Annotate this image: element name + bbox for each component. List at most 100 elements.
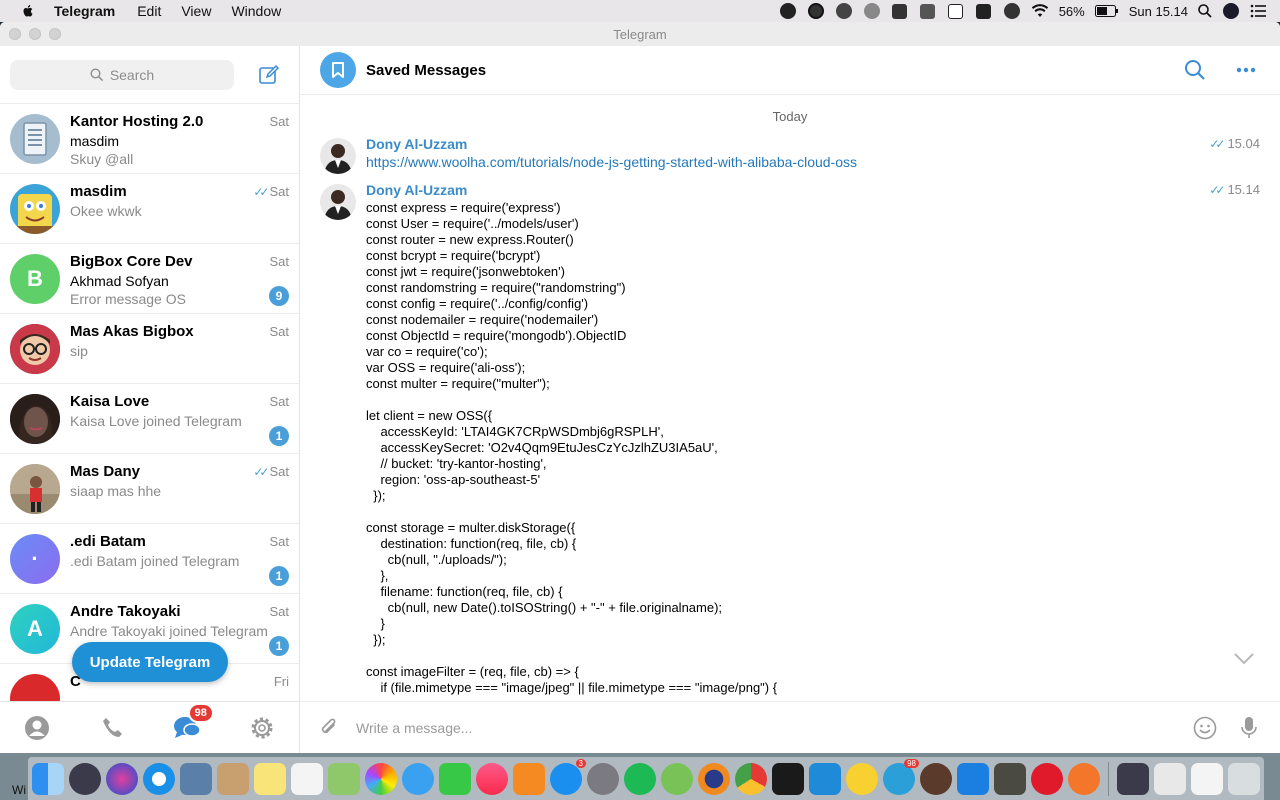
message-text: const express = require('express') const… — [366, 200, 778, 695]
chat-item-masdim[interactable]: masdim Okee wkwk ✓✓ Sat — [0, 173, 299, 243]
saved-messages-avatar[interactable] — [320, 52, 356, 88]
tab-calls[interactable] — [97, 713, 127, 743]
postman-icon[interactable] — [1068, 762, 1100, 795]
chat-time: Sat — [269, 604, 289, 619]
avatar[interactable] — [320, 138, 356, 174]
drive-icon[interactable] — [891, 2, 909, 20]
trash-icon[interactable] — [1228, 762, 1260, 795]
notes-icon[interactable] — [254, 762, 286, 795]
tag-icon[interactable] — [947, 2, 965, 20]
conversation-title[interactable]: Saved Messages — [366, 62, 486, 79]
wps-icon[interactable] — [957, 762, 989, 795]
chat-item-kantor-hosting[interactable]: Kantor Hosting 2.0 masdim Skuy @all Sat — [0, 103, 299, 173]
chat-time-wrap: ✓✓ Sat — [253, 464, 289, 479]
chat-item-edi-batam[interactable]: · .edi Batam .edi Batam joined Telegram … — [0, 523, 299, 593]
documents-stack-icon[interactable] — [1154, 762, 1186, 795]
paw-icon[interactable] — [920, 762, 952, 795]
cloud-icon[interactable] — [1003, 2, 1021, 20]
message[interactable]: Dony Al-Uzzam ✓✓ 15.14 const express = re… — [300, 182, 1280, 695]
safari-icon[interactable] — [143, 762, 175, 795]
archive-icon[interactable] — [919, 2, 937, 20]
emoji-button[interactable] — [1192, 715, 1218, 741]
tab-chats[interactable]: 98 — [172, 702, 214, 743]
notification-center-icon[interactable] — [1250, 4, 1266, 18]
f5-icon[interactable] — [1031, 762, 1063, 795]
dock-separator — [1108, 761, 1109, 796]
cyberduck-icon[interactable] — [846, 762, 878, 795]
memoji-avatar-icon — [10, 324, 60, 374]
terminal-icon[interactable] — [772, 762, 804, 795]
menu-edit[interactable]: Edit — [137, 3, 161, 19]
chat-item-mas-akas-bigbox[interactable]: Mas Akas Bigbox sip Sat — [0, 313, 299, 383]
system-preferences-icon[interactable] — [587, 762, 619, 795]
siri-icon[interactable] — [1222, 2, 1240, 20]
books-icon[interactable] — [513, 762, 545, 795]
read-check-icon: ✓✓ — [1209, 137, 1225, 151]
siri-icon[interactable] — [106, 762, 138, 795]
maps-icon[interactable] — [328, 762, 360, 795]
vscode-icon[interactable] — [809, 762, 841, 795]
telegram-dock-icon[interactable]: 98 — [883, 758, 919, 795]
creative-cloud-icon[interactable] — [807, 2, 825, 20]
chat-preview: Okee wkwk — [70, 203, 142, 219]
day-separator: Today — [772, 109, 808, 124]
paperclip-icon[interactable] — [318, 716, 340, 740]
preview-icon[interactable] — [180, 762, 212, 795]
android-studio-icon[interactable] — [661, 762, 693, 795]
apple-icon[interactable] — [20, 3, 36, 19]
menu-app-name[interactable]: Telegram — [54, 3, 115, 19]
finder-icon[interactable] — [32, 762, 64, 795]
clock[interactable]: Sun 15.14 — [1129, 4, 1188, 19]
music-icon[interactable] — [476, 762, 508, 795]
message[interactable]: Dony Al-Uzzam ✓✓ 15.04 https://www.woolha… — [300, 136, 1280, 174]
avatar[interactable] — [320, 184, 356, 220]
downloads-stack-icon[interactable] — [1117, 762, 1149, 795]
chat-item-kaisa-love[interactable]: Kaisa Love Kaisa Love joined Telegram Sa… — [0, 383, 299, 453]
menu-bar: Telegram Edit View Window 56% Sun 15.14 — [0, 0, 1280, 22]
more-options-icon[interactable] — [1236, 67, 1256, 73]
chevron-down-icon[interactable] — [1232, 649, 1256, 667]
folder-stack-icon[interactable] — [1191, 762, 1223, 795]
menu-window[interactable]: Window — [231, 3, 281, 19]
chat-time: Sat — [269, 254, 289, 269]
chat-preview: Error message OS — [70, 291, 186, 307]
voice-message-button[interactable] — [1236, 715, 1262, 741]
cat-icon[interactable] — [835, 2, 853, 20]
firefox-icon[interactable] — [698, 762, 730, 795]
compose-icon[interactable] — [258, 64, 280, 86]
chat-sidebar: Search Kantor Hosting 2.0 masdim Skuy @a… — [0, 46, 300, 753]
search-input[interactable]: Search — [10, 59, 234, 90]
tunnel-icon[interactable] — [994, 762, 1026, 795]
photo-avatar-icon — [10, 464, 60, 514]
battery-icon[interactable] — [1094, 5, 1119, 17]
text-icon[interactable] — [975, 2, 993, 20]
read-check-icon: ✓✓ — [1209, 183, 1225, 197]
chat-item-bigbox-core-dev[interactable]: B BigBox Core Dev Akhmad Sofyan Error me… — [0, 243, 299, 313]
wifi-icon[interactable] — [1031, 4, 1049, 18]
sidebar-tab-bar: 98 — [0, 701, 299, 753]
message-input[interactable]: Write a message... — [356, 720, 1174, 736]
reminders-icon[interactable] — [291, 762, 323, 795]
read-check-icon: ✓✓ — [253, 184, 269, 199]
photos-icon[interactable] — [365, 762, 397, 795]
launchpad-icon[interactable] — [69, 762, 101, 795]
message-author[interactable]: Dony Al-Uzzam — [366, 136, 1280, 152]
spotify-icon[interactable] — [624, 762, 656, 795]
vpn-icon[interactable] — [863, 2, 881, 20]
unread-total-badge: 98 — [187, 702, 214, 723]
tab-contacts[interactable] — [22, 713, 52, 743]
contacts-app-icon[interactable] — [217, 762, 249, 795]
message-author[interactable]: Dony Al-Uzzam — [366, 182, 1280, 198]
update-telegram-button[interactable]: Update Telegram — [72, 642, 228, 682]
search-icon[interactable] — [1184, 59, 1206, 81]
app-store-icon[interactable]: 3 — [550, 758, 586, 795]
spotlight-icon[interactable] — [1198, 4, 1212, 18]
facetime-icon[interactable] — [439, 762, 471, 795]
message-link[interactable]: https://www.woolha.com/tutorials/node-js… — [366, 154, 1280, 170]
chat-item-mas-dany[interactable]: Mas Dany siaap mas hhe ✓✓ Sat — [0, 453, 299, 523]
messages-icon[interactable] — [402, 762, 434, 795]
chrome-icon[interactable] — [735, 762, 767, 795]
status-icon-record[interactable] — [779, 2, 797, 20]
tab-settings[interactable] — [247, 713, 277, 743]
menu-view[interactable]: View — [181, 3, 211, 19]
